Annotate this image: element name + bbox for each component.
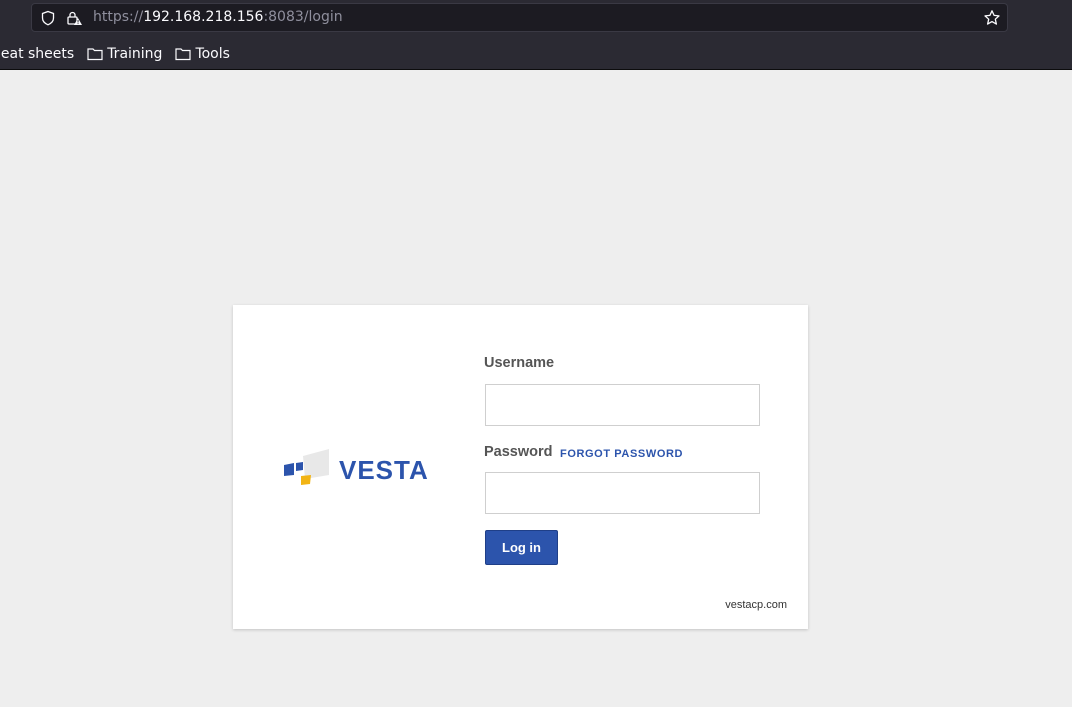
address-bar[interactable]: https://192.168.218.156:8083/login <box>31 3 1008 32</box>
lock-warning-icon[interactable] <box>66 10 84 30</box>
url-path: :8083/login <box>263 9 343 25</box>
login-card: VESTA Username Password FORGOT PASSWORD … <box>233 305 808 629</box>
browser-toolbar: https://192.168.218.156:8083/login heat … <box>0 0 1072 70</box>
username-input[interactable] <box>485 384 760 426</box>
vestacp-link[interactable]: vestacp.com <box>725 599 787 611</box>
username-label: Username <box>484 355 555 371</box>
url-scheme: https:// <box>93 9 144 25</box>
forgot-password-link[interactable]: FORGOT PASSWORD <box>560 448 683 460</box>
bookmark-label: Training <box>107 46 163 62</box>
bookmark-cheat-sheets[interactable]: heat sheets <box>0 46 74 62</box>
bookmarks-bar: heat sheets Training Tools <box>0 44 243 64</box>
folder-icon <box>87 48 103 61</box>
bookmark-tools[interactable]: Tools <box>175 46 230 62</box>
folder-icon <box>175 48 192 61</box>
url-host: 192.168.218.156 <box>143 9 264 25</box>
password-input[interactable] <box>485 472 760 514</box>
bookmark-star-icon[interactable] <box>983 9 1001 31</box>
bookmark-label: heat sheets <box>0 46 75 62</box>
logo-text: VESTA <box>339 455 429 485</box>
url-text[interactable]: https://192.168.218.156:8083/login <box>93 9 343 25</box>
login-button[interactable]: Log in <box>485 530 558 565</box>
bookmark-label: Tools <box>195 46 230 62</box>
password-label: Password <box>484 444 553 460</box>
vesta-logo: VESTA <box>284 449 429 485</box>
bookmark-training[interactable]: Training <box>87 46 162 62</box>
shield-icon[interactable] <box>40 10 56 30</box>
